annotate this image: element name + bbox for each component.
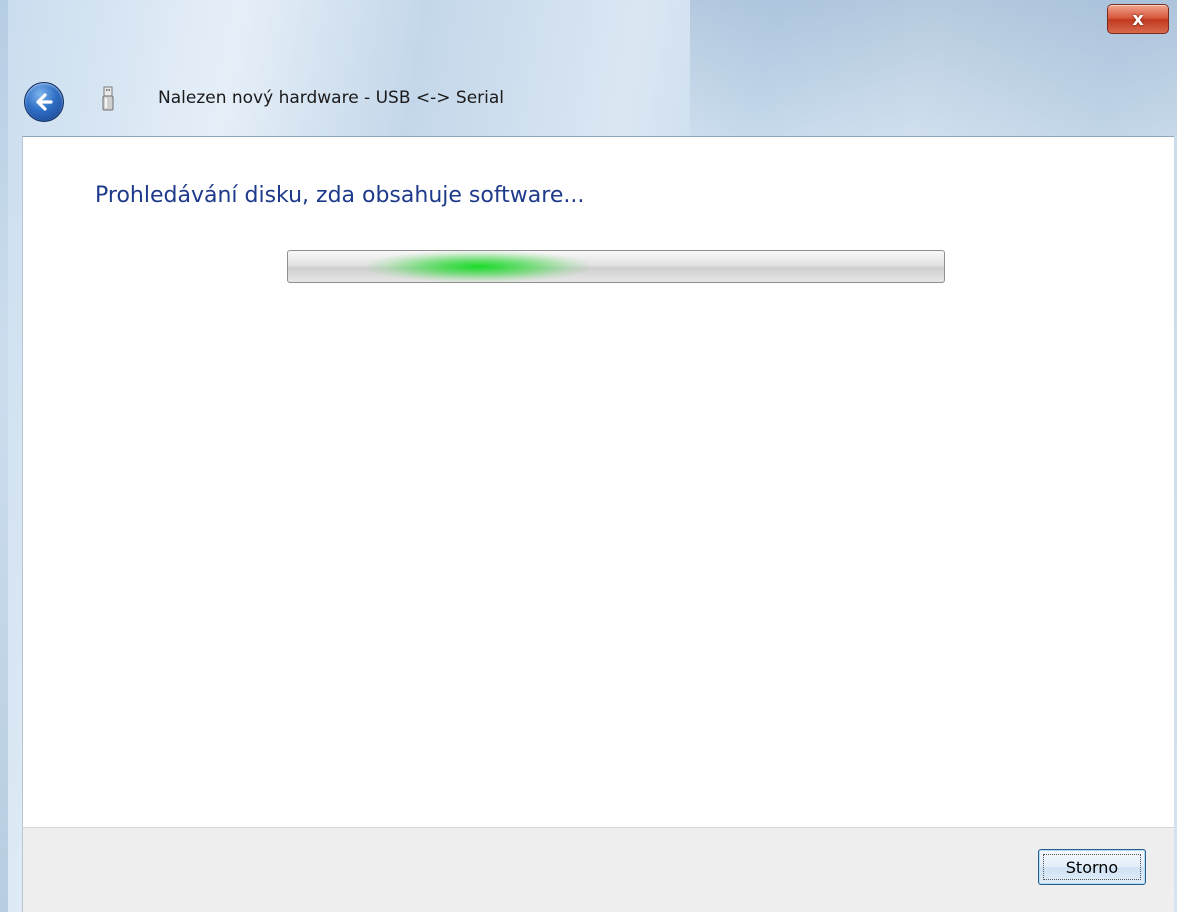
usb-device-icon: [102, 86, 114, 111]
window-title: Nalezen nový hardware - USB <-> Serial: [158, 88, 505, 108]
window-frame-edge: [0, 0, 8, 912]
dialog-window: x Nalezen nový hardware - USB <-> Serial…: [0, 0, 1177, 912]
search-progress-bar: [287, 250, 945, 283]
cancel-button-label: Storno: [1043, 854, 1141, 880]
back-arrow-icon: [36, 93, 53, 111]
page-heading: Prohledávání disku, zda obsahuje softwar…: [95, 183, 585, 208]
close-button[interactable]: x: [1107, 4, 1169, 34]
title-bar-glass: [690, 0, 1177, 136]
progress-marquee-glow: [368, 251, 588, 282]
dialog-footer: Storno: [22, 827, 1174, 912]
back-button[interactable]: [24, 82, 64, 122]
cancel-button[interactable]: Storno: [1038, 849, 1146, 885]
close-icon: x: [1132, 8, 1144, 30]
wizard-content: Prohledávání disku, zda obsahuje softwar…: [22, 136, 1174, 827]
